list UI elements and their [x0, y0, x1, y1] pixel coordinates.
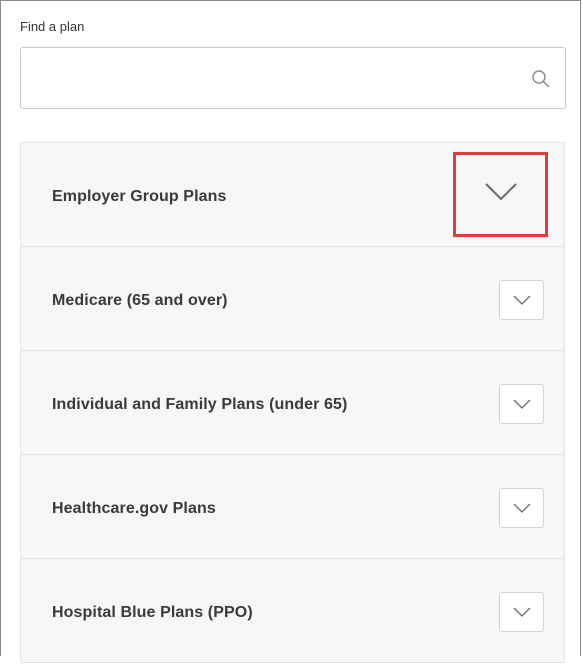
accordion-row-label: Hospital Blue Plans (PPO) — [52, 604, 253, 621]
chevron-down-icon — [513, 295, 531, 305]
accordion-row-label: Individual and Family Plans (under 65) — [52, 396, 348, 413]
expand-button[interactable] — [499, 280, 544, 320]
accordion-row-medicare[interactable]: Medicare (65 and over) — [21, 247, 564, 351]
chevron-down-icon — [513, 399, 531, 409]
accordion-row-healthcare-gov[interactable]: Healthcare.gov Plans — [21, 455, 564, 559]
plan-accordion: Employer Group Plans Medicare (65 and ov… — [20, 142, 565, 663]
accordion-row-employer-group-plans[interactable]: Employer Group Plans — [21, 143, 564, 247]
expand-button[interactable] — [499, 384, 544, 424]
accordion-row-hospital-blue[interactable]: Hospital Blue Plans (PPO) — [21, 559, 564, 663]
search-label: Find a plan — [20, 19, 85, 34]
accordion-row-label: Medicare (65 and over) — [52, 292, 228, 309]
expand-button[interactable] — [499, 488, 544, 528]
search-box[interactable] — [20, 47, 566, 109]
expand-button[interactable] — [453, 152, 548, 237]
search-icon[interactable] — [531, 69, 551, 89]
chevron-down-icon — [513, 607, 531, 617]
accordion-row-individual-family[interactable]: Individual and Family Plans (under 65) — [21, 351, 564, 455]
search-input[interactable] — [21, 48, 511, 108]
expand-button[interactable] — [499, 592, 544, 632]
accordion-row-label: Employer Group Plans — [52, 188, 227, 205]
chevron-down-icon — [513, 503, 531, 513]
plan-finder-panel: Find a plan Employer Group Plans Medicar… — [0, 0, 581, 663]
chevron-down-icon — [485, 183, 517, 201]
accordion-row-label: Healthcare.gov Plans — [52, 500, 216, 517]
